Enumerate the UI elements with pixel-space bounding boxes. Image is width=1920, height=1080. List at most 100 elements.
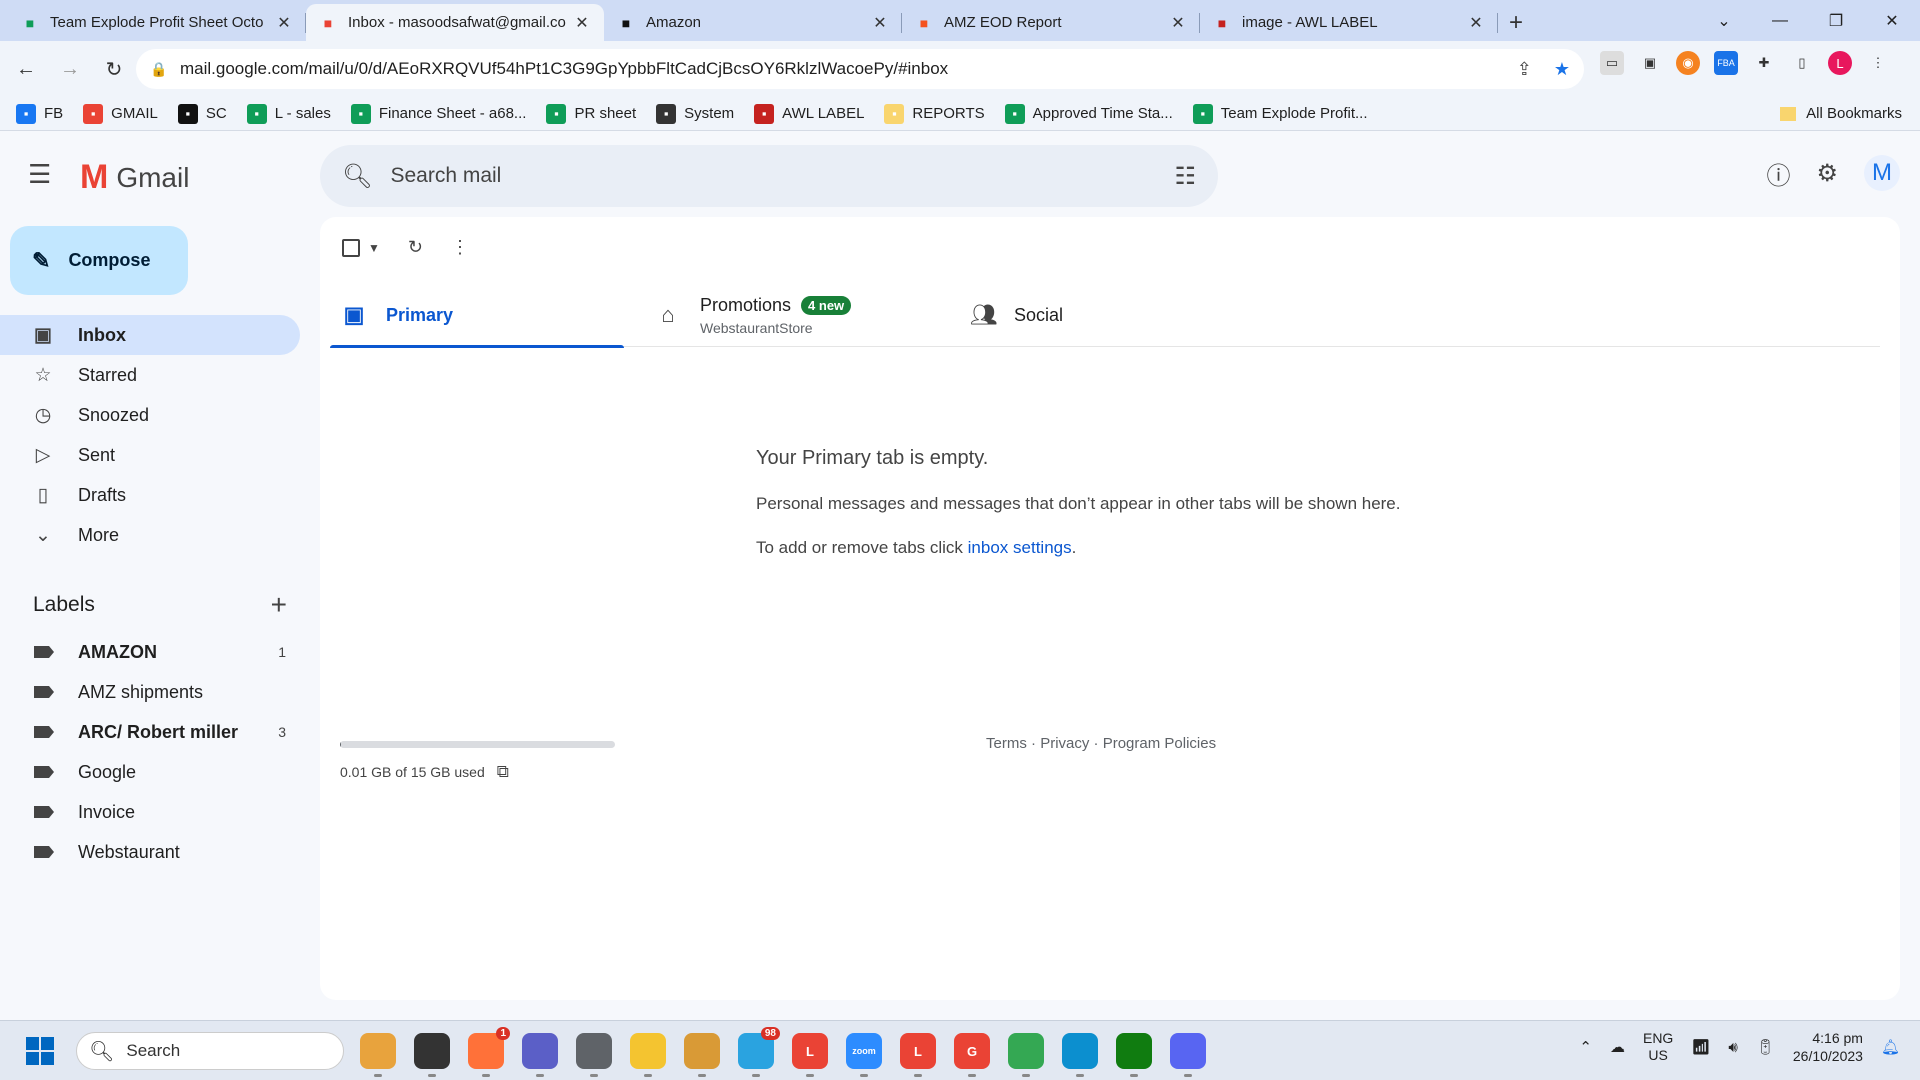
profile-avatar[interactable]: L	[1828, 51, 1852, 75]
reload-icon[interactable]: ↻	[96, 51, 132, 87]
sidebar-item-snoozed[interactable]: ◷ Snoozed	[0, 395, 300, 435]
folder-icon[interactable]	[630, 1033, 666, 1077]
all-bookmarks[interactable]: All Bookmarks	[1780, 105, 1902, 122]
bookmark-item[interactable]: ▪ GMAIL	[83, 103, 158, 124]
xbox-icon[interactable]	[1116, 1033, 1152, 1077]
chrome-icon[interactable]: L	[900, 1033, 936, 1077]
extension-icon[interactable]: ▭	[1600, 51, 1624, 75]
account-avatar[interactable]: M	[1864, 155, 1900, 191]
lock-icon[interactable]: 🔒	[150, 61, 168, 78]
windows-start-icon[interactable]	[26, 1037, 54, 1065]
app-icon[interactable]	[684, 1033, 720, 1077]
share-icon[interactable]: ⇪	[1517, 59, 1532, 80]
bookmark-item[interactable]: ▪ L - sales	[246, 103, 331, 124]
bookmark-item[interactable]: ▪ Finance Sheet - a68...	[350, 103, 526, 124]
privacy-link[interactable]: Privacy	[1040, 735, 1089, 752]
firefox-icon[interactable]: 1	[468, 1027, 510, 1077]
search-options-icon[interactable]: ☷	[1174, 162, 1196, 191]
search-box[interactable]: 🔍︎ Search mail ☷	[320, 145, 1218, 207]
label-item[interactable]: Webstaurant	[0, 832, 300, 872]
close-tab-icon[interactable]: ✕	[1168, 13, 1188, 33]
inbox-settings-link[interactable]: inbox settings	[968, 538, 1072, 557]
browser-tab[interactable]: ■ image - AWL LABEL ✕	[1200, 4, 1498, 41]
clock[interactable]: 4:16 pm 26/10/2023	[1793, 1029, 1863, 1065]
checkbox-icon[interactable]	[342, 238, 360, 257]
browser-tab[interactable]: ■ Amazon ✕	[604, 4, 902, 41]
label-item[interactable]: ARC/ Robert miller 3	[0, 712, 300, 752]
label-item[interactable]: Google	[0, 752, 300, 792]
restore-icon[interactable]: ❐	[1808, 0, 1864, 41]
bookmark-item[interactable]: ▪ AWL LABEL	[754, 103, 864, 124]
url-bar[interactable]: 🔒 mail.google.com/mail/u/0/d/AEoRXRQVUf5…	[136, 49, 1584, 89]
search-input[interactable]: Search mail	[390, 164, 501, 188]
notification-bell-icon[interactable]: 🔔︎	[1881, 1038, 1900, 1056]
chrome-icon[interactable]: L	[792, 1033, 828, 1077]
label-item[interactable]: Invoice	[0, 792, 300, 832]
minimize-icon[interactable]: —	[1752, 0, 1808, 41]
bookmark-item[interactable]: ▪ SC	[177, 103, 227, 124]
volume-icon[interactable]: 🔊︎	[1728, 1039, 1737, 1056]
taskbar-search[interactable]: 🔍︎ Search	[76, 1032, 344, 1070]
terms-link[interactable]: Terms	[986, 735, 1027, 752]
language-indicator[interactable]: ENG US	[1643, 1030, 1673, 1064]
onedrive-icon[interactable]: ☁	[1610, 1038, 1625, 1056]
bookmark-item[interactable]: ▪ System	[656, 103, 734, 124]
telegram-icon[interactable]: 98	[738, 1027, 780, 1077]
label-item[interactable]: AMAZON 1	[0, 632, 300, 672]
main-menu-icon[interactable]: ☰	[28, 159, 51, 190]
browser-tab[interactable]: ■ AMZ EOD Report ✕	[902, 4, 1200, 41]
storage-text[interactable]: 0.01 GB of 15 GB used	[340, 764, 485, 780]
forward-icon[interactable]: →	[52, 51, 88, 87]
close-tab-icon[interactable]: ✕	[572, 13, 592, 33]
gear-icon[interactable]: ⚙	[1816, 159, 1838, 188]
tab-promotions[interactable]: ⌂ Promotions 4 new WebstaurantStore	[644, 283, 938, 347]
wifi-icon[interactable]: 📶︎	[1691, 1038, 1710, 1056]
close-tab-icon[interactable]: ✕	[870, 13, 890, 33]
add-label-icon[interactable]: +	[271, 589, 287, 621]
bookmark-item[interactable]: ▪ PR sheet	[546, 103, 636, 124]
select-checkbox[interactable]: ▼	[342, 238, 380, 257]
new-tab-button[interactable]: +	[1498, 4, 1534, 41]
program-policies-link[interactable]: Program Policies	[1103, 735, 1216, 752]
sidebar-item-more[interactable]: ⌄ More	[0, 515, 300, 555]
bookmark-item[interactable]: ▪ FB	[16, 103, 63, 124]
puzzle-icon[interactable]: ✚	[1752, 51, 1776, 75]
tab-search-icon[interactable]: ⌄	[1696, 0, 1752, 41]
calculator-icon[interactable]	[576, 1033, 612, 1077]
menu-dots-icon[interactable]: ⋮	[1866, 51, 1890, 75]
widgets-icon[interactable]	[360, 1033, 396, 1077]
gmail-logo[interactable]: M Gmail	[80, 158, 189, 197]
bookmark-item[interactable]: ▪ Approved Time Sta...	[1004, 103, 1173, 124]
sidebar-item-starred[interactable]: ☆ Starred	[0, 355, 300, 395]
extension-icon[interactable]: ◉	[1676, 51, 1700, 75]
bookmark-item[interactable]: ▪ REPORTS	[884, 103, 985, 124]
edge-icon[interactable]	[1062, 1033, 1098, 1077]
close-window-icon[interactable]: ✕	[1864, 0, 1920, 41]
extension-icon[interactable]: FBA	[1714, 51, 1738, 75]
bookmark-item[interactable]: ▪ Team Explode Profit...	[1192, 103, 1367, 124]
chevron-up-icon[interactable]: ⌃	[1579, 1038, 1592, 1056]
tab-primary[interactable]: ▣ Primary	[330, 283, 624, 348]
close-tab-icon[interactable]: ✕	[1466, 13, 1486, 33]
side-panel-icon[interactable]: ▯	[1790, 51, 1814, 75]
sidebar-item-drafts[interactable]: ▯ Drafts	[0, 475, 300, 515]
zoom-icon[interactable]: zoom	[846, 1033, 882, 1077]
refresh-icon[interactable]: ↻	[408, 237, 423, 258]
help-icon[interactable]: ⓘ	[1766, 156, 1790, 191]
browser-tab[interactable]: ■ Team Explode Profit Sheet Octo ✕	[8, 4, 306, 41]
battery-icon[interactable]: 🔋︎	[1756, 1038, 1775, 1056]
url-text[interactable]: mail.google.com/mail/u/0/d/AEoRXRQVUf54h…	[180, 59, 948, 79]
bookmark-star-icon[interactable]: ★	[1554, 59, 1570, 80]
extension-icon[interactable]: ▣	[1638, 51, 1662, 75]
search-icon[interactable]: 🔍︎	[342, 162, 372, 191]
sidebar-item-sent[interactable]: ▷ Sent	[0, 435, 300, 475]
file-explorer-icon[interactable]	[414, 1033, 450, 1077]
caret-down-icon[interactable]: ▼	[368, 241, 380, 255]
sidebar-item-inbox[interactable]: ▣ Inbox	[0, 315, 300, 355]
chrome-icon[interactable]: G	[954, 1033, 990, 1077]
back-icon[interactable]: ←	[8, 51, 44, 87]
tab-social[interactable]: 👥︎ Social	[958, 283, 1252, 347]
discord-icon[interactable]	[1170, 1033, 1206, 1077]
browser-tab[interactable]: ■ Inbox - masoodsafwat@gmail.co ✕	[306, 4, 604, 41]
compose-button[interactable]: ✎ Compose	[10, 226, 188, 295]
